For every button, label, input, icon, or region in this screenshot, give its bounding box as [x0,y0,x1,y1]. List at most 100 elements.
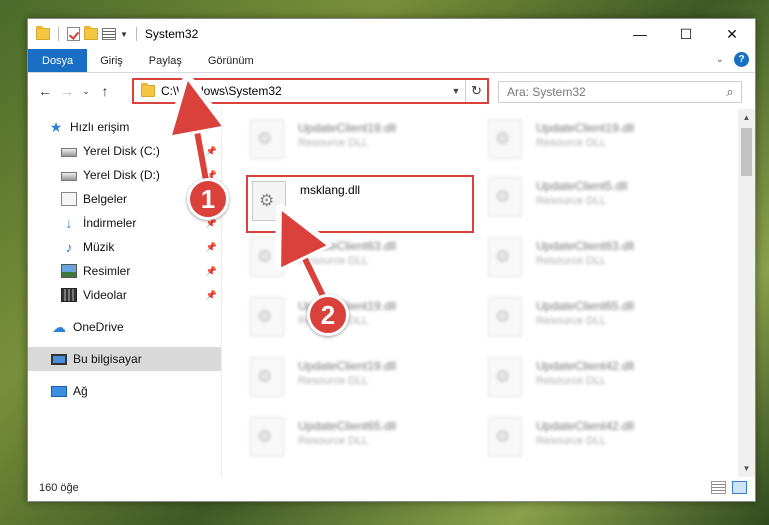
list-item[interactable]: UpdateClient65.dll Resource DLL [250,415,480,467]
dll-file-icon [488,119,522,159]
sidebar-item-label: İndirmeler [83,216,137,230]
forward-button[interactable]: → [56,83,78,99]
properties-check-icon[interactable] [67,27,80,41]
file-description: Resource DLL [536,375,607,387]
list-item[interactable]: UpdateClient5.dll Resource DLL [488,175,718,227]
disk-icon [61,148,77,157]
list-item[interactable]: UpdateClient19.dllResource DLL [250,355,480,407]
sidebar-item-label: Resimler [83,264,131,278]
highlighted-file-box[interactable]: msklang.dll [246,175,474,233]
sidebar-item-pictures[interactable]: Resimler 📌 [28,259,221,283]
scroll-up-button[interactable]: ▲ [738,109,755,126]
details-view-icon[interactable] [711,481,726,494]
minimize-button[interactable]: — [617,19,663,49]
list-item[interactable]: UpdateClient19.dll Resource DLL [250,117,480,169]
dll-file-icon [488,297,522,337]
toolbar-separator [58,27,59,41]
list-item[interactable]: UpdateClient65.dll Resource DLL [488,295,718,347]
file-description: Resource DLL [536,137,607,149]
new-folder-icon[interactable] [84,26,98,40]
sidebar-item-label: Yerel Disk (C:) [83,144,160,158]
file-description: Resource DLL [536,195,607,207]
file-description: Resource DLL [298,255,369,267]
toolbar-separator [135,27,137,41]
address-dropdown-chevron-icon[interactable]: ▼ [447,86,465,96]
quick-access-toolbar: ▼ [36,26,141,41]
customize-toolbar-chevron-icon[interactable]: ▼ [120,30,128,39]
view-toggle [711,481,747,494]
address-bar[interactable]: C:\Windows\System32 ▼ ↻ [132,78,489,104]
sidebar-item-downloads[interactable]: ↓ İndirmeler 📌 [28,211,221,235]
file-description: Resource DLL [536,315,607,327]
recent-locations-button[interactable]: ⌄ [78,86,94,97]
file-name: UpdateClient63.dll [536,239,635,253]
tab-share[interactable]: Paylaş [136,49,195,72]
sidebar-item-label: Bu bilgisayar [73,352,142,366]
file-name: UpdateClient65.dll [536,299,635,313]
vertical-scrollbar[interactable]: ▲ ▼ [738,109,755,477]
help-icon[interactable]: ? [734,52,749,67]
properties-icon[interactable] [102,28,116,40]
list-item[interactable]: UpdateClient42.dll Resource DLL [488,415,718,467]
file-description: Resource DLL [298,137,369,149]
dll-file-icon [252,181,286,221]
ribbon-right-controls: ⌄ ? [716,52,749,67]
sidebar-item-this-pc[interactable]: Bu bilgisayar [28,347,221,371]
dll-file-icon [250,357,284,397]
back-button[interactable]: ← [34,83,56,99]
search-icon[interactable]: ⌕ [719,84,741,100]
file-name: UpdateClient19.dll [298,121,397,135]
file-name: UpdateClient42.dll [536,419,635,433]
pin-icon[interactable]: 📌 [206,242,217,253]
documents-icon [61,192,77,206]
address-path[interactable]: C:\Windows\System32 [161,84,447,98]
list-item[interactable]: UpdateClient63.dll Resource DLL [488,235,718,287]
sidebar-item-quick-access[interactable]: ★ Hızlı erişim [28,115,221,139]
list-item[interactable]: UpdateClient19.dllResource DLL [250,295,480,347]
dll-file-icon [250,297,284,337]
pin-icon[interactable]: 📌 [206,290,217,301]
file-name: UpdateClient65.dll [298,419,397,433]
sidebar-item-label: Yerel Disk (D:) [83,168,160,182]
list-item-msklang[interactable]: msklang.dll [252,179,482,231]
file-name: msklang.dll [300,183,361,197]
navigation-bar: ← → ⌄ ↑ C:\Windows\System32 ▼ ↻ Ara: Sys… [28,73,755,109]
search-placeholder[interactable]: Ara: System32 [507,85,719,99]
pin-icon[interactable]: 📌 [206,146,217,157]
dll-file-icon [250,417,284,457]
list-item[interactable]: UpdateClient42.dll Resource DLL [488,355,718,407]
tab-view[interactable]: Görünüm [195,49,267,72]
tab-file[interactable]: Dosya [28,49,88,72]
refresh-icon: ↻ [471,83,482,98]
pin-icon[interactable]: 📌 [206,266,217,277]
pictures-icon [61,264,77,278]
list-item[interactable]: UpdateClient19.dllResource DLL [488,117,718,169]
maximize-button[interactable]: ☐ [663,19,709,49]
folder-icon [141,83,155,97]
sidebar-item-network[interactable]: Ağ [28,379,221,403]
up-button[interactable]: ↑ [94,83,116,99]
sidebar-item-videos[interactable]: Videolar 📌 [28,283,221,307]
expand-ribbon-chevron-icon[interactable]: ⌄ [716,54,724,65]
window-title: System32 [144,27,199,41]
sidebar-item-local-disk-c[interactable]: Yerel Disk (C:) 📌 [28,139,221,163]
list-item[interactable]: UpdateClient63.dll Resource DLL [250,235,480,287]
step-2-badge: 2 [307,294,349,336]
search-input[interactable]: Ara: System32 ⌕ [498,81,742,103]
large-icons-view-icon[interactable] [732,481,747,494]
navigation-pane: ★ Hızlı erişim Yerel Disk (C:) 📌 Yerel D… [28,109,221,477]
file-name: UpdateClient5.dll [536,179,628,193]
dll-file-icon [250,237,284,277]
file-name: UpdateClient63.dll [298,239,397,253]
sidebar-item-music[interactable]: ♪ Müzik 📌 [28,235,221,259]
ribbon-tabs: Dosya Giriş Paylaş Görünüm ⌄ ? [28,49,755,73]
close-button[interactable]: ✕ [709,19,755,49]
sidebar-item-label: Videolar [83,288,127,302]
star-icon: ★ [49,119,63,135]
tab-home[interactable]: Giriş [87,49,136,72]
refresh-button[interactable]: ↻ [465,80,487,102]
status-bar: 160 öğe [28,475,755,501]
item-count: 160 öğe [39,482,79,494]
scroll-thumb[interactable] [741,128,752,176]
sidebar-item-onedrive[interactable]: ☁ OneDrive [28,315,221,339]
